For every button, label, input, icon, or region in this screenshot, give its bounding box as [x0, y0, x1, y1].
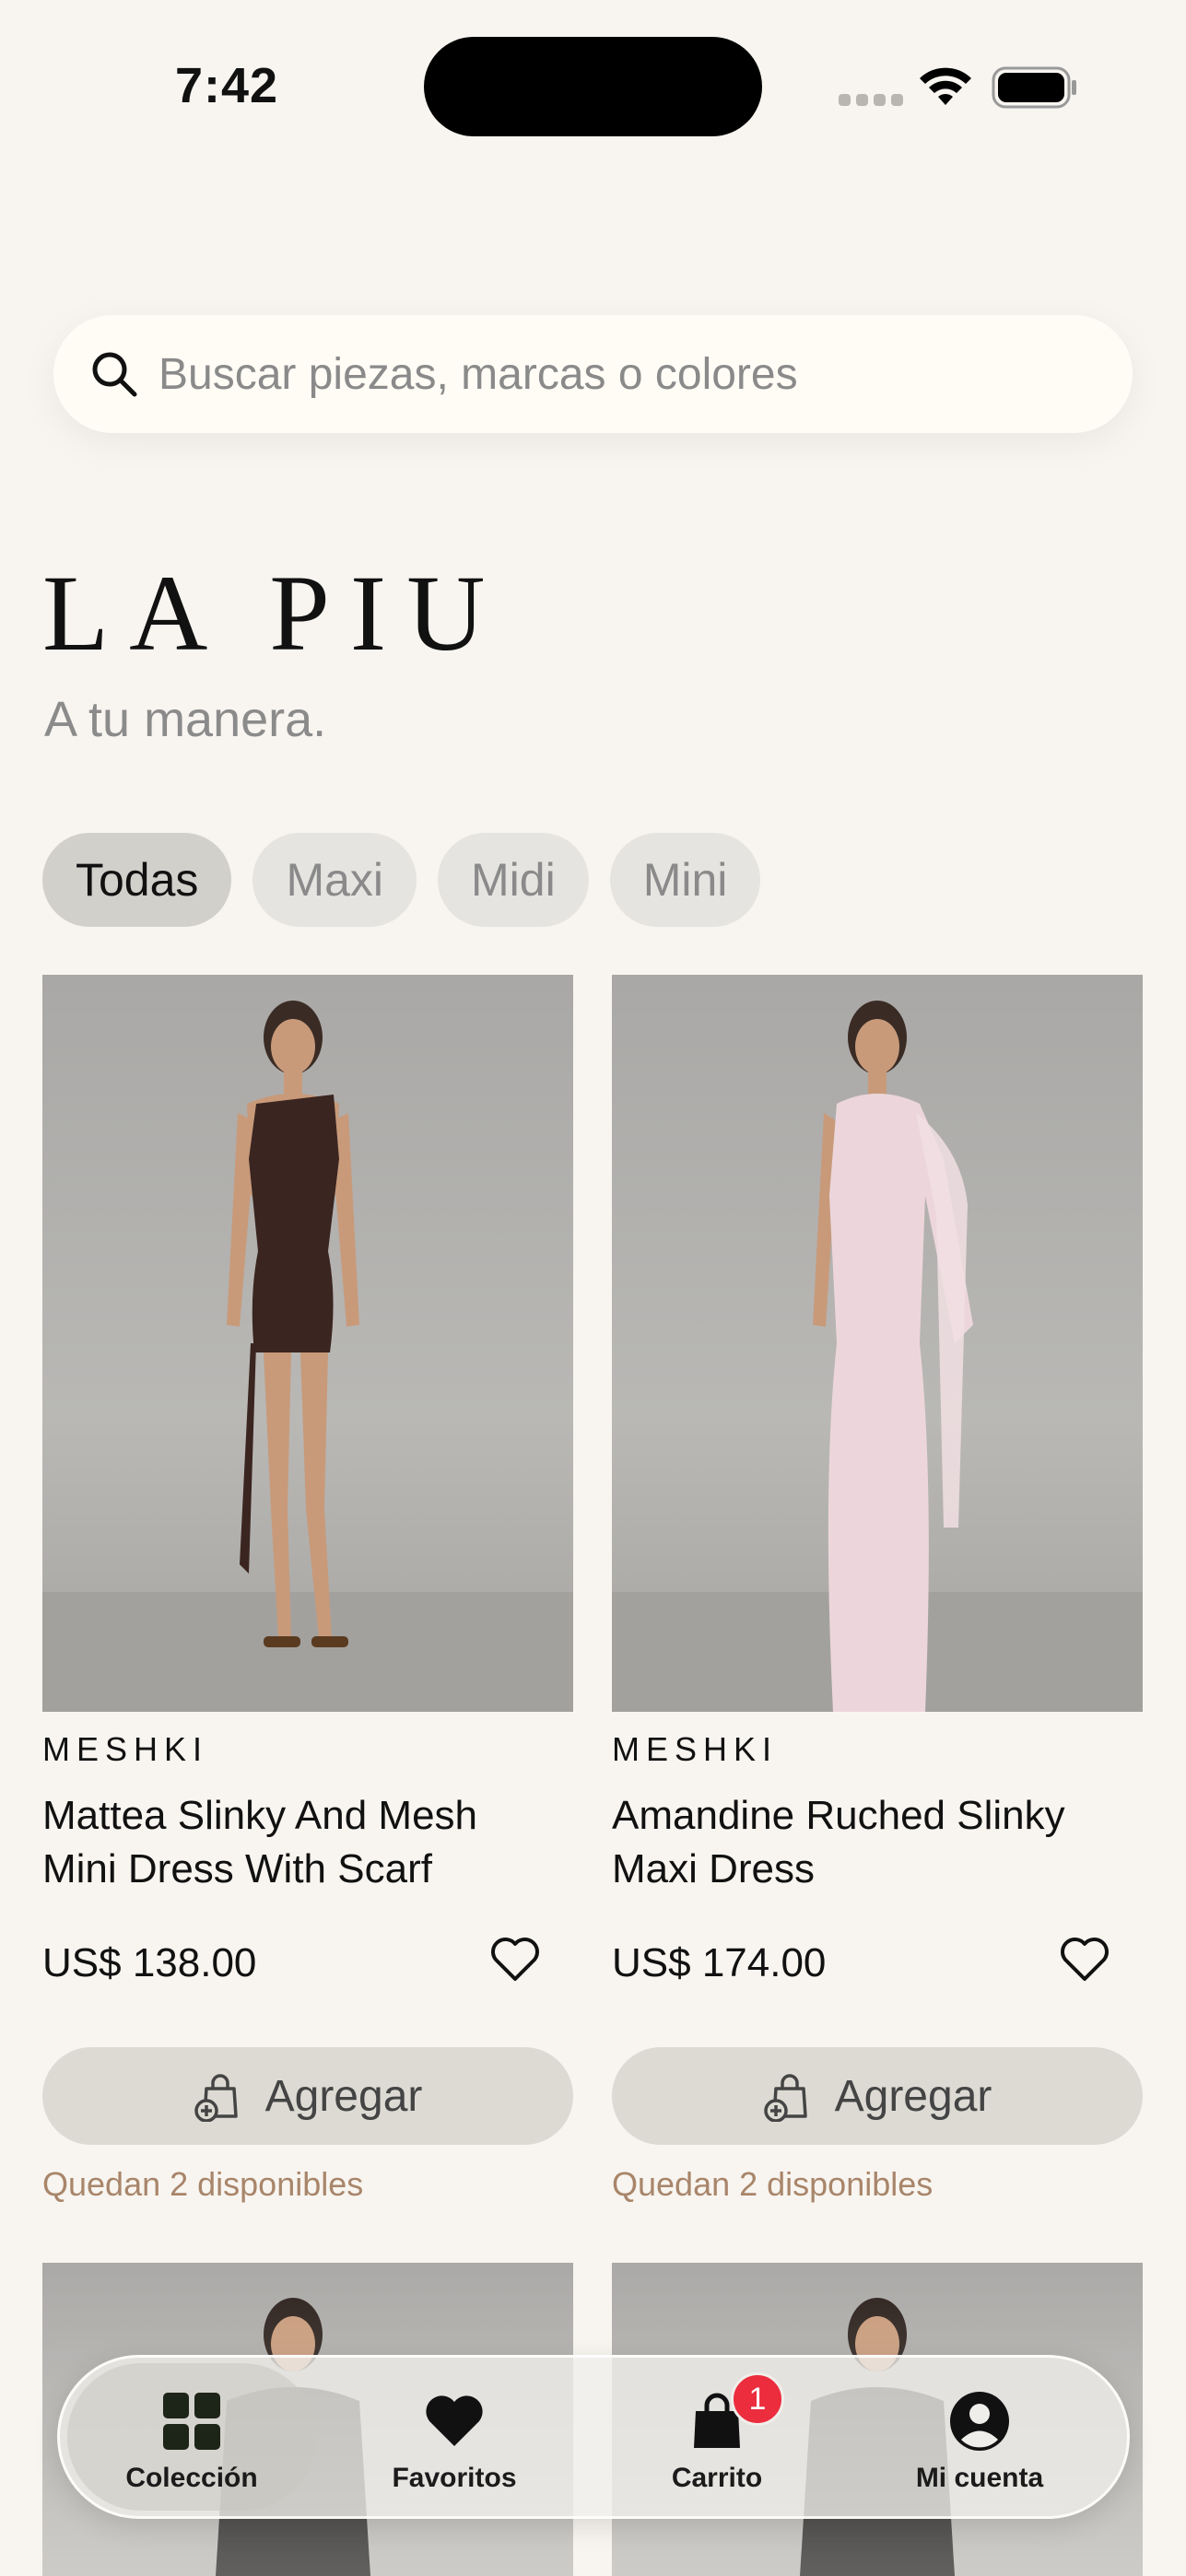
- tab-mi-cuenta[interactable]: Mi cuenta: [855, 2363, 1104, 2511]
- favorite-heart-icon[interactable]: [1058, 1933, 1111, 1986]
- tab-label: Favoritos: [392, 2463, 517, 2493]
- status-time: 7:42: [175, 58, 279, 113]
- search-bar[interactable]: [53, 315, 1133, 433]
- product-price: US$ 174.00: [612, 1940, 827, 1985]
- product-card[interactable]: MESHKI Mattea Slinky And Mesh Mini Dress…: [42, 975, 573, 2203]
- tab-label: Carrito: [671, 2463, 763, 2493]
- product-image[interactable]: [42, 975, 573, 1712]
- tab-carrito[interactable]: Carrito 1: [593, 2363, 841, 2511]
- favorite-heart-icon[interactable]: [488, 1933, 542, 1986]
- product-brand: MESHKI: [612, 1730, 779, 1768]
- product-image[interactable]: [612, 975, 1143, 1712]
- grid-icon: [163, 2393, 220, 2450]
- filter-chip-mini[interactable]: Mini: [609, 833, 761, 927]
- wifi-icon: [920, 67, 971, 105]
- tab-label: Mi cuenta: [915, 2463, 1044, 2493]
- product-name[interactable]: Mattea Slinky And Mesh Mini Dress With S…: [42, 1789, 558, 1896]
- filter-chip-todas[interactable]: Todas: [42, 833, 232, 927]
- filter-chip-maxi[interactable]: Maxi: [252, 833, 417, 927]
- cellular-signal-icon: [839, 94, 903, 106]
- cart-count-badge: 1: [731, 2372, 784, 2426]
- tab-coleccion[interactable]: Colección: [67, 2363, 316, 2511]
- add-button-label: Agregar: [834, 2071, 992, 2121]
- add-bag-icon: [194, 2074, 238, 2122]
- add-button-label: Agregar: [264, 2071, 423, 2121]
- battery-icon: [992, 66, 1076, 109]
- product-brand: MESHKI: [42, 1730, 209, 1768]
- filter-chips: Todas Maxi Midi Mini: [42, 833, 761, 927]
- product-price: US$ 138.00: [42, 1940, 257, 1985]
- add-to-cart-button[interactable]: Agregar: [42, 2047, 573, 2145]
- search-icon: [92, 352, 137, 397]
- heart-icon: [426, 2395, 483, 2446]
- brand-tagline: A tu manera.: [44, 692, 327, 747]
- add-to-cart-button[interactable]: Agregar: [612, 2047, 1143, 2145]
- tab-favoritos[interactable]: Favoritos: [330, 2363, 579, 2511]
- filter-chip-midi[interactable]: Midi: [438, 833, 589, 927]
- stock-status: Quedan 2 disponibles: [612, 2165, 934, 2203]
- brand-title: LA PIU: [42, 553, 506, 673]
- dynamic-island: [424, 37, 762, 136]
- add-bag-icon: [763, 2074, 807, 2122]
- model-photo: [42, 1001, 573, 1712]
- tab-label: Colección: [125, 2463, 258, 2493]
- tab-bar: Colección Favoritos Carrito 1 Mi cuenta: [57, 2355, 1130, 2519]
- stock-status: Quedan 2 disponibles: [42, 2165, 364, 2203]
- person-icon: [950, 2392, 1009, 2451]
- status-bar: 7:42: [0, 0, 1186, 175]
- model-photo: [612, 1001, 1143, 1712]
- product-name[interactable]: Amandine Ruched Slinky Maxi Dress: [612, 1789, 1128, 1896]
- search-input[interactable]: [159, 334, 1080, 415]
- product-card[interactable]: MESHKI Amandine Ruched Slinky Maxi Dress…: [612, 975, 1143, 2203]
